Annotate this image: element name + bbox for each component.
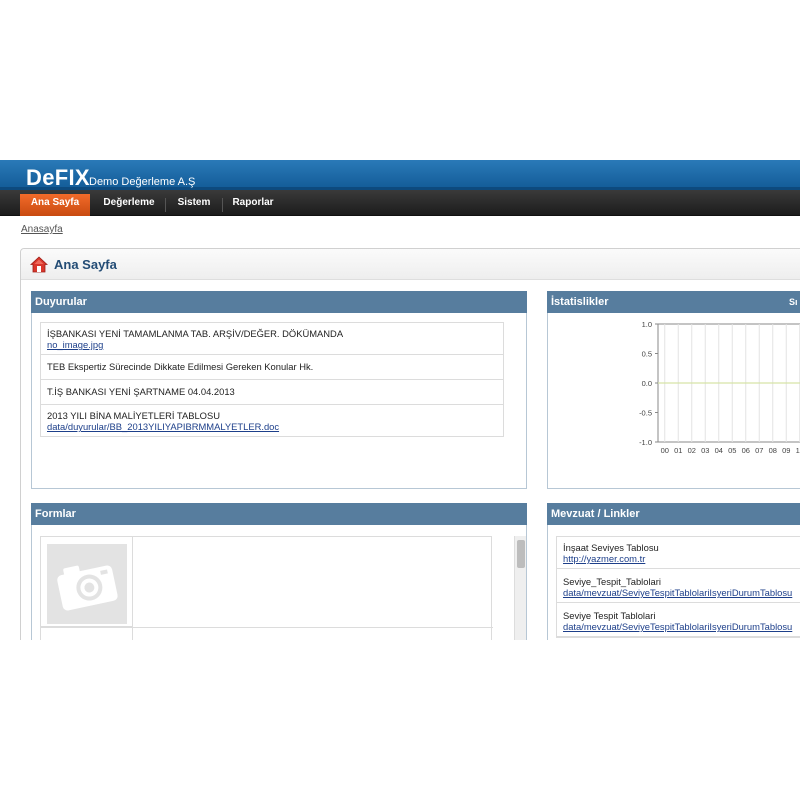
y-tick-label: 1.0 <box>642 320 652 329</box>
link-url[interactable]: data/mevzuat/SeviyeTespitTablolariIsyeri… <box>563 587 800 598</box>
y-tick-label: -1.0 <box>639 438 652 447</box>
forms-thumb-cell <box>41 537 133 627</box>
announcements-title: Duyurular <box>31 291 527 313</box>
announcement-text[interactable]: T.İŞ BANKASI YENİ ŞARTNAME 04.04.2013 <box>47 386 235 397</box>
x-tick-label: 10 <box>796 446 800 455</box>
statistics-header: İstatislikler Sı <box>547 291 800 313</box>
announcement-item: 2013 YILI BİNA MALİYETLERİ TABLOSU data/… <box>41 405 503 436</box>
links-widget: Mevzuat / Linkler İnşaat Seviyes Tablosu… <box>547 503 800 640</box>
page-title: Ana Sayfa <box>54 257 117 272</box>
links-body: İnşaat Seviyes Tablosu http://yazmer.com… <box>548 526 800 640</box>
company-name: Demo Değerleme A.Ş <box>89 176 196 188</box>
link-text: İnşaat Seviyes Tablosu <box>563 542 659 553</box>
camera-icon <box>47 544 127 624</box>
x-tick-label: 04 <box>715 446 723 455</box>
x-tick-label: 06 <box>742 446 750 455</box>
link-item: Seviye Tespit Tablolari data/mevzuat/Sev… <box>557 603 800 637</box>
x-tick-label: 09 <box>782 446 790 455</box>
announcement-item: T.İŞ BANKASI YENİ ŞARTNAME 04.04.2013 <box>41 380 503 405</box>
nav-item-ana-sayfa[interactable]: Ana Sayfa <box>20 194 90 216</box>
announcement-link[interactable]: data/duyurular/BB_2013YILIYAPIBRMMALYETL… <box>47 421 497 432</box>
y-tick-label: 0.5 <box>642 350 652 359</box>
main-panel: Ana Sayfa Duyurular İŞBANKASI YENİ TAMAM… <box>20 248 800 640</box>
app-header: DeFIX Demo Değerleme A.Ş <box>0 160 800 190</box>
x-tick-label: 02 <box>688 446 696 455</box>
nav-item-sistem[interactable]: Sistem <box>166 194 222 216</box>
link-text: Seviye Tespit Tablolari <box>563 610 656 621</box>
forms-cell <box>41 628 133 640</box>
main-panel-header: Ana Sayfa <box>21 249 800 280</box>
announcement-text: 2013 YILI BİNA MALİYETLERİ TABLOSU <box>47 410 220 421</box>
statistics-widget: İstatislikler Sı 00 01 02 03 04 05 06 07 08 09 10 1… <box>547 291 800 489</box>
statistics-header-extra[interactable]: Sı <box>789 291 800 313</box>
link-url[interactable]: data/mevzuat/SeviyeTespitTablolariIsyeri… <box>563 621 800 632</box>
link-url[interactable]: http://yazmer.com.tr <box>563 553 800 564</box>
forms-widget: Formlar <box>31 503 527 640</box>
app-frame: DeFIX Demo Değerleme A.Ş Ana Sayfa Değer… <box>0 160 800 640</box>
x-tick-label: 08 <box>769 446 777 455</box>
y-tick-label: -0.5 <box>639 409 652 418</box>
form-thumbnail[interactable] <box>47 544 127 624</box>
links-list: İnşaat Seviyes Tablosu http://yazmer.com… <box>556 536 800 638</box>
y-tick-label: 0.0 <box>642 379 652 388</box>
x-tick-label: 05 <box>728 446 736 455</box>
announcement-item: İŞBANKASI YENİ TAMAMLANMA TAB. ARŞİV/DEĞ… <box>41 323 503 355</box>
forms-row <box>41 627 493 640</box>
announcement-text: İŞBANKASI YENİ TAMAMLANMA TAB. ARŞİV/DEĞ… <box>47 328 344 339</box>
forms-table <box>40 536 493 640</box>
links-title: Mevzuat / Linkler <box>547 503 800 525</box>
link-text: Seviye_Tespit_Tablolari <box>563 576 661 587</box>
app-logo[interactable]: DeFIX <box>26 165 90 191</box>
x-tick-label: 03 <box>701 446 709 455</box>
forms-scrollbar[interactable] <box>514 536 526 640</box>
announcements-list: İŞBANKASI YENİ TAMAMLANMA TAB. ARŞİV/DEĞ… <box>40 322 504 437</box>
announcements-widget: Duyurular İŞBANKASI YENİ TAMAMLANMA TAB.… <box>31 291 527 489</box>
main-nav: Ana Sayfa Değerleme Sistem Raporlar <box>0 190 800 216</box>
announcement-text[interactable]: TEB Ekspertiz Sürecinde Dikkate Edilmesi… <box>47 361 313 372</box>
forms-body <box>32 526 526 640</box>
statistics-title: İstatislikler <box>551 296 609 308</box>
x-tick-label: 01 <box>674 446 682 455</box>
home-icon <box>30 256 48 273</box>
link-item: İnşaat Seviyes Tablosu http://yazmer.com… <box>557 537 800 569</box>
nav-item-degerleme[interactable]: Değerleme <box>94 194 164 216</box>
announcement-item: TEB Ekspertiz Sürecinde Dikkate Edilmesi… <box>41 355 503 380</box>
announcement-link[interactable]: no_image.jpg <box>47 339 497 350</box>
x-tick-label: 00 <box>661 446 669 455</box>
x-tick-label: 07 <box>755 446 763 455</box>
statistics-chart: 0001020304050607080910111.00.50.0-0.5-1.… <box>639 320 800 455</box>
forms-title: Formlar <box>31 503 527 525</box>
nav-item-raporlar[interactable]: Raporlar <box>223 194 283 216</box>
link-item: Seviye_Tespit_Tablolari data/mevzuat/Sev… <box>557 569 800 603</box>
scrollbar-thumb[interactable] <box>517 540 525 568</box>
breadcrumb[interactable]: Anasayfa <box>21 224 63 235</box>
